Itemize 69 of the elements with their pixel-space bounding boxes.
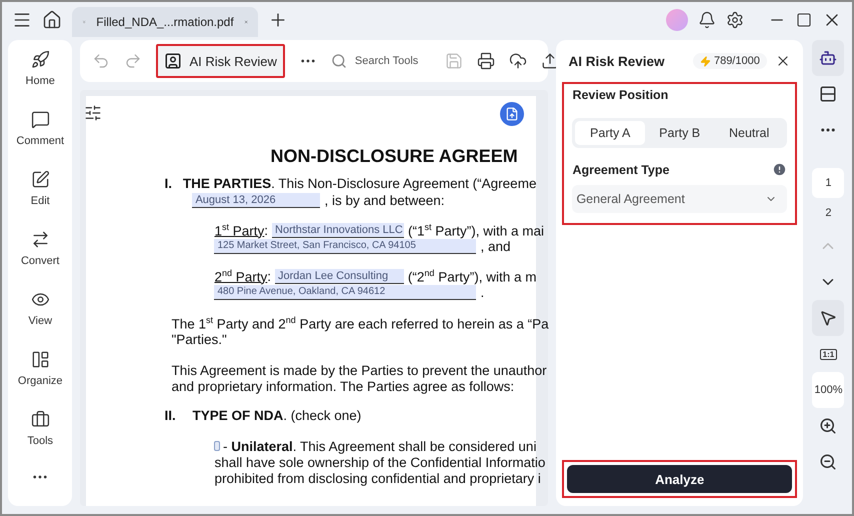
page-number[interactable]: 1 (812, 168, 844, 198)
pointer-icon[interactable] (812, 300, 844, 336)
document-text: This Agreement is made by the Parties to prevent the unauthor (171, 363, 547, 378)
document-text: and proprietary information. The Parties agree as follows: (171, 379, 514, 394)
document-text: : (264, 223, 268, 238)
sliders-icon[interactable] (84, 104, 102, 122)
checkbox[interactable] (214, 441, 220, 451)
document-text: . (480, 285, 484, 300)
position-option[interactable]: Neutral (714, 121, 784, 145)
agreement-type-select[interactable]: General Agreement (572, 185, 787, 213)
settings-icon[interactable] (726, 11, 744, 29)
share-icon[interactable] (540, 52, 559, 70)
search-tools-field[interactable]: Search Tools (330, 53, 431, 69)
cloud-upload-icon[interactable] (508, 52, 527, 70)
position-option[interactable]: Party B (644, 121, 714, 145)
info-icon[interactable] (772, 162, 787, 177)
document-title: NON-DISCLOSURE AGREEM (270, 146, 519, 168)
actual-size-button[interactable]: 1:1 (812, 336, 844, 372)
form-field[interactable]: Northstar Innovations LLC (272, 223, 404, 238)
document-text: The 1$^{st}$ Party and 2$^{nd}$ Party are each referred to herein as a “Pa (171, 314, 549, 331)
sidebar-item[interactable]: Convert (20, 255, 60, 267)
document-text: shall have sole ownership of the Confidential Informatio (214, 455, 546, 470)
document-text: "Parties." (171, 332, 227, 347)
section-label: Review Position (572, 88, 670, 102)
bot-icon[interactable] (812, 40, 844, 76)
edit-icon[interactable] (30, 170, 50, 189)
zoom-level[interactable]: 100% (812, 372, 844, 408)
document-text: : (267, 269, 272, 284)
analyze-button[interactable]: Analyze (562, 460, 797, 498)
sidebar-item[interactable]: View (28, 315, 52, 327)
form-field[interactable]: Jordan Lee Consulting (275, 269, 404, 284)
convert-icon[interactable] (30, 230, 50, 249)
section-number: I. (164, 176, 173, 192)
organize-icon[interactable] (30, 350, 50, 369)
document-text: - Unilateral. This Agreement shall be considered uni (223, 439, 536, 454)
sidebar-item[interactable]: Home (26, 75, 55, 87)
home-icon[interactable] (42, 10, 62, 30)
document-text: TYPE OF NDA. (check one) (192, 408, 362, 424)
sidebar-item[interactable]: Organize (18, 375, 63, 387)
comment-icon[interactable] (30, 110, 50, 129)
sidebar-item[interactable]: Tools (27, 435, 54, 447)
search-icon (330, 53, 347, 69)
bell-icon[interactable] (698, 11, 716, 29)
document-text: (“2$^{nd}$ Party”), with a m (408, 268, 536, 284)
document-tab[interactable]: Filled_NDA_...rmation.pdf (72, 7, 258, 37)
document-text: , is by and between: (324, 193, 445, 208)
party-label: 1$^{st}$ Party (214, 222, 264, 238)
toolbox-icon[interactable] (30, 410, 50, 429)
contract-user-icon (164, 52, 182, 70)
ai-risk-review-button[interactable]: AI Risk Review (156, 44, 285, 78)
credits-badge: 789/1000 (692, 53, 767, 69)
panel-title: AI Risk Review (568, 54, 666, 68)
form-field[interactable]: August 13, 2026 (192, 193, 320, 208)
print-icon[interactable] (476, 52, 495, 70)
sidebar-item[interactable]: Edit (30, 195, 50, 207)
document-text: , and (480, 239, 510, 254)
page-number[interactable]: 2 (812, 198, 844, 228)
document-text: THE PARTIES. This Non-Disclosure Agreement (“Agreeme (182, 176, 536, 192)
maximize-icon[interactable] (796, 12, 812, 28)
section-label: Agreement Type (572, 162, 670, 176)
party-label: 2$^{nd}$ Party (214, 268, 268, 284)
document-text: prohibited from disclosing confidential and proprietary i (214, 471, 541, 486)
document-text: (“1$^{st}$ Party”), with a mai (408, 222, 544, 238)
sidebar-item[interactable]: Comment (16, 135, 64, 147)
position-option[interactable]: Party A (575, 121, 645, 145)
section-number: II. (164, 408, 177, 424)
form-field[interactable]: 125 Market Street, San Francisco, CA 94105 (214, 239, 476, 254)
form-field[interactable]: 480 Pine Avenue, Oakland, CA 94612 (214, 285, 476, 300)
rocket-icon[interactable] (30, 50, 50, 69)
